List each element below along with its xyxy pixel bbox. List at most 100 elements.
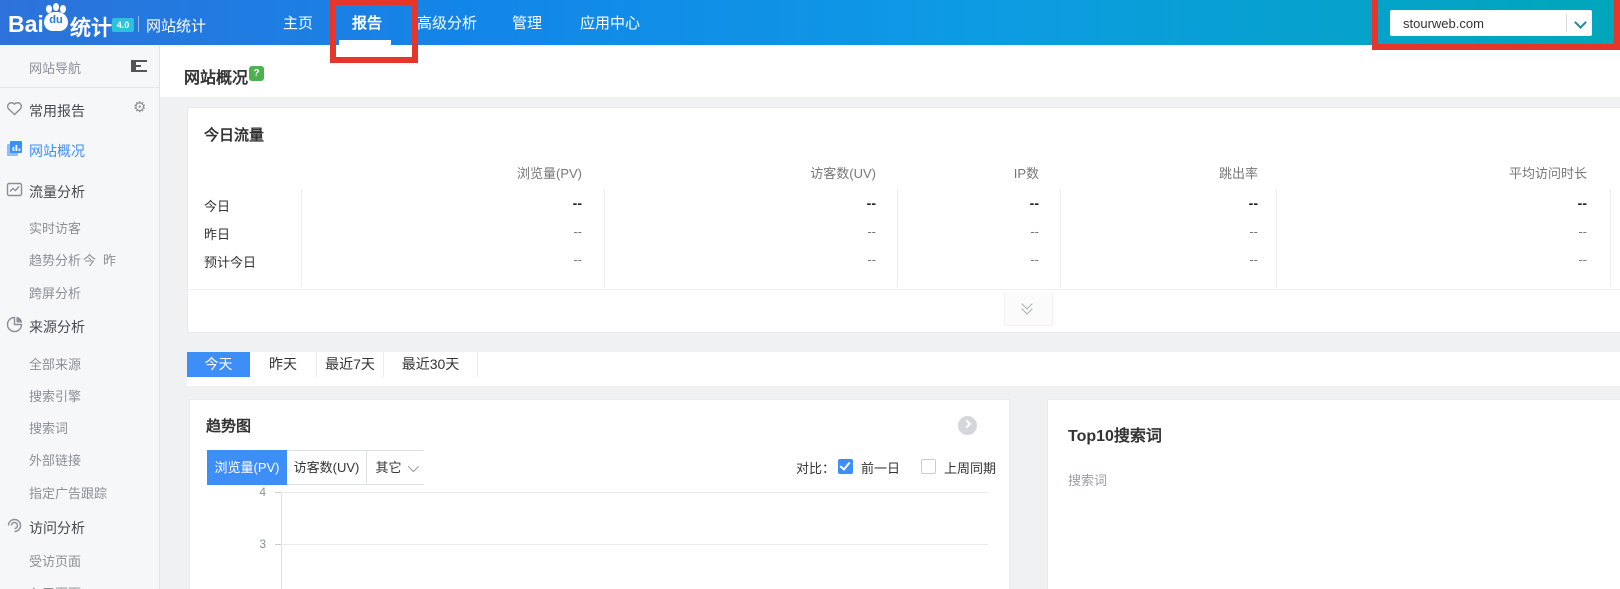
- page-title: 网站概况: [184, 64, 248, 88]
- site-selector-dropdown[interactable]: stourweb.com: [1390, 10, 1592, 36]
- col-header-pv: 浏览量(PV): [402, 163, 582, 179]
- sidebar-item-entry-pages[interactable]: 入口页面: [29, 583, 81, 589]
- column-divider: [301, 189, 302, 287]
- chevron-down-icon: [407, 461, 418, 472]
- baidu-logo-bai: Bai: [8, 11, 44, 38]
- checkbox-prev-day-label[interactable]: 前一日: [861, 458, 900, 477]
- sidebar-item-all-sources[interactable]: 全部来源: [29, 354, 81, 373]
- baidu-paw-icon: du: [44, 5, 68, 31]
- sidebar-item-trend-analysis[interactable]: 趋势分析 今 昨: [29, 250, 81, 269]
- y-axis-tick-3: 3: [246, 537, 266, 551]
- col-header-bounce: 跳出率: [1118, 163, 1258, 179]
- sidebar-item-site-overview[interactable]: 网站概况: [0, 139, 160, 159]
- cell-fc-uv: --: [776, 252, 876, 268]
- cell-fc-ip: --: [939, 252, 1039, 268]
- sidebar-header: 网站导航: [0, 45, 160, 88]
- row-label-forecast: 预计今日: [204, 252, 256, 271]
- compare-label: 对比：: [796, 458, 835, 477]
- sidebar-item-search-engines[interactable]: 搜索引擎: [29, 386, 81, 405]
- expand-metrics-button[interactable]: [1004, 293, 1053, 326]
- checkbox-prev-week[interactable]: [921, 459, 936, 474]
- sidebar-item-visit-analysis[interactable]: 访问分析: [0, 516, 160, 536]
- gear-icon[interactable]: ⚙: [133, 100, 148, 115]
- visit-icon: [6, 517, 23, 534]
- trend-title: 趋势图: [206, 415, 251, 436]
- date-range-tabbar: 今天 昨天 最近7天 最近30天: [187, 352, 1620, 386]
- version-badge: 4.0: [112, 18, 134, 32]
- y-axis-line: [281, 492, 282, 589]
- tab-today[interactable]: 今天: [187, 352, 250, 377]
- today-traffic-card: 今日流量 浏览量(PV) 访客数(UV) IP数 跳出率 平均访问时长 今日 昨…: [187, 107, 1620, 333]
- sidebar-item-visited-pages[interactable]: 受访页面: [29, 551, 81, 570]
- column-divider: [604, 189, 605, 287]
- cell-yd-pv: --: [482, 224, 582, 240]
- sidebar-item-external-links[interactable]: 外部链接: [29, 450, 81, 469]
- sidebar: 网站导航 常用报告 ⚙ 网站概况 流量分析 实时访客 趋势分析: [0, 45, 160, 589]
- cell-fc-duration: --: [1487, 252, 1587, 268]
- cell-today-pv: --: [482, 195, 582, 211]
- page-toolbar: 网站概况 ?: [160, 45, 1620, 97]
- sidebar-item-common-reports[interactable]: 常用报告 ⚙: [0, 99, 160, 119]
- top-header: Bai du 统计 4.0 网站统计 主页 报告 高级分析 管理 应用中心 st…: [0, 0, 1620, 45]
- tab-last7days[interactable]: 最近7天: [317, 352, 384, 377]
- help-icon[interactable]: ?: [249, 66, 264, 81]
- nav-manage[interactable]: 管理: [512, 12, 542, 33]
- cell-today-duration: --: [1487, 195, 1587, 211]
- cell-today-ip: --: [939, 195, 1039, 211]
- metric-tab-uv[interactable]: 访客数(UV): [287, 451, 367, 484]
- metric-other-dropdown[interactable]: 其它: [367, 451, 424, 484]
- cell-yd-ip: --: [939, 224, 1039, 240]
- trend-quick-yesterday[interactable]: 昨: [103, 250, 116, 269]
- col-header-ip: IP数: [919, 163, 1039, 179]
- traffic-icon: [6, 181, 23, 198]
- sidebar-item-ad-tracking[interactable]: 指定广告跟踪: [29, 483, 107, 502]
- checkbox-prev-day[interactable]: [838, 459, 853, 474]
- site-selector-divider: [1566, 14, 1567, 32]
- chevron-right-icon[interactable]: [958, 416, 977, 435]
- overview-icon: [6, 140, 23, 157]
- cell-yd-uv: --: [776, 224, 876, 240]
- tab-last30days[interactable]: 最近30天: [384, 352, 478, 377]
- cell-yd-duration: --: [1487, 224, 1587, 240]
- nav-advanced-analysis[interactable]: 高级分析: [417, 12, 477, 33]
- nav-report[interactable]: 报告: [352, 12, 382, 33]
- top10-subtitle: 搜索词: [1068, 470, 1107, 489]
- gridline-4: [281, 492, 988, 493]
- logo-divider: [138, 16, 139, 32]
- trend-quick-today[interactable]: 今: [83, 250, 96, 269]
- sidebar-item-cross-screen[interactable]: 跨屏分析: [29, 283, 81, 302]
- column-divider: [897, 189, 898, 287]
- nav-home[interactable]: 主页: [283, 12, 313, 33]
- checkbox-prev-week-label[interactable]: 上周同期: [944, 458, 996, 477]
- cell-fc-bounce: --: [1158, 252, 1258, 268]
- y-axis-tick-4: 4: [246, 485, 266, 499]
- sidebar-item-search-terms[interactable]: 搜索词: [29, 418, 68, 437]
- top10-title: Top10搜索词: [1068, 422, 1162, 446]
- cell-fc-pv: --: [482, 252, 582, 268]
- card-divider: [188, 289, 1620, 290]
- column-divider: [1610, 189, 1611, 287]
- trend-chart-card: 趋势图 浏览量(PV) 访客数(UV) 其它 对比： 前一日 上周同期 4 3: [189, 399, 1010, 589]
- double-chevron-down-icon: [1023, 300, 1033, 310]
- sidebar-item-traffic-analysis[interactable]: 流量分析: [0, 180, 160, 200]
- product-name: 网站统计: [146, 15, 206, 36]
- column-divider: [1060, 189, 1061, 287]
- col-header-uv: 访客数(UV): [696, 163, 876, 179]
- cell-today-uv: --: [776, 195, 876, 211]
- page: Bai du 统计 4.0 网站统计 主页 报告 高级分析 管理 应用中心 st…: [0, 0, 1620, 589]
- collapse-sidebar-icon[interactable]: [131, 59, 147, 73]
- tongji-logo-text: 统计: [70, 12, 112, 42]
- nav-app-center[interactable]: 应用中心: [580, 12, 640, 33]
- metric-segmented-control: 浏览量(PV) 访客数(UV) 其它: [207, 450, 424, 485]
- sidebar-item-source-analysis[interactable]: 来源分析: [0, 315, 160, 335]
- top10-search-terms-card: Top10搜索词 搜索词: [1047, 399, 1620, 589]
- sidebar-item-realtime-visitors[interactable]: 实时访客: [29, 218, 81, 237]
- cell-yd-bounce: --: [1158, 224, 1258, 240]
- row-label-yesterday: 昨日: [204, 224, 230, 243]
- tab-yesterday[interactable]: 昨天: [250, 352, 317, 377]
- metric-tab-pv[interactable]: 浏览量(PV): [207, 450, 287, 485]
- column-divider: [1276, 189, 1277, 287]
- cell-today-bounce: --: [1158, 195, 1258, 211]
- row-label-today: 今日: [204, 196, 230, 215]
- gridline-3: [281, 544, 988, 545]
